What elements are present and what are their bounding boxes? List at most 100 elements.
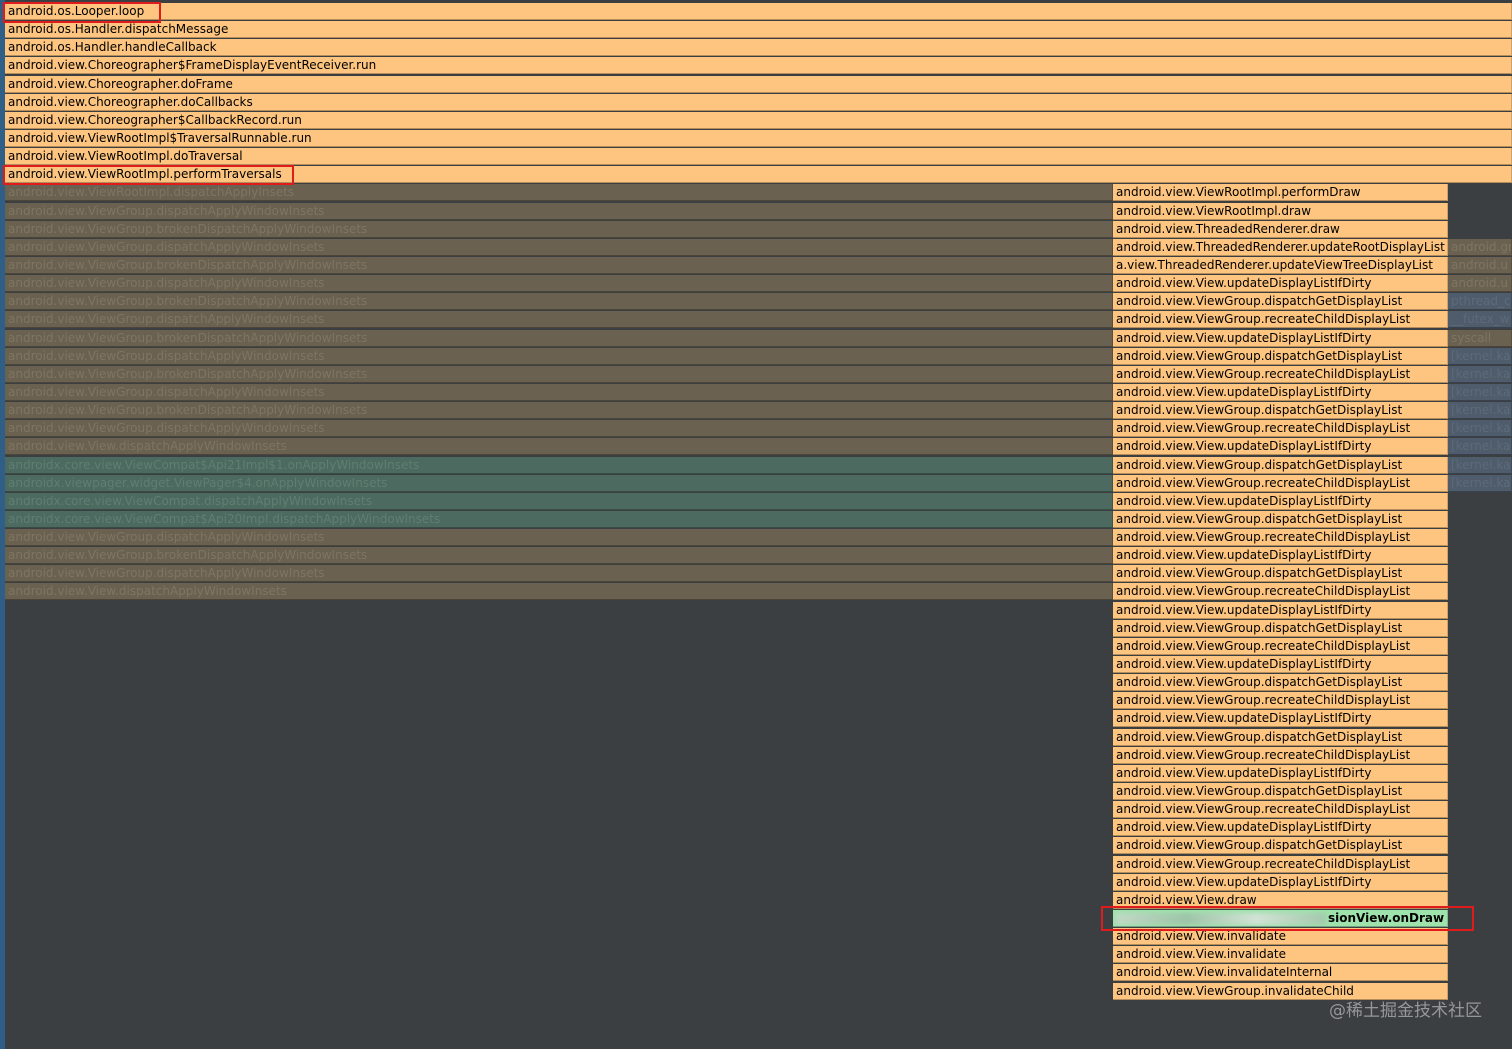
frame-draw-path[interactable]: android.view.View.updateDisplayListIfDir… <box>1113 383 1448 401</box>
frame-draw-path[interactable]: android.view.ViewGroup.recreateChildDisp… <box>1113 801 1448 819</box>
frame-native[interactable]: [kernel.kall <box>1448 420 1512 438</box>
frame-draw-path[interactable]: android.view.View.updateDisplayListIfDir… <box>1113 710 1448 728</box>
frame-label: android.view.View.dispatchApplyWindowIns… <box>8 439 287 454</box>
frame-draw-path[interactable]: android.view.View.updateDisplayListIfDir… <box>1113 656 1448 674</box>
frame-dimmed[interactable]: android.view.View.dispatchApplyWindowIns… <box>5 583 1113 601</box>
frame-draw-path[interactable]: android.view.ViewGroup.recreateChildDisp… <box>1113 420 1448 438</box>
frame-draw-path[interactable]: android.view.ViewGroup.recreateChildDisp… <box>1113 692 1448 710</box>
frame-label: android.view.Choreographer$CallbackRecor… <box>8 112 302 127</box>
frame-invalidate-path[interactable]: android.view.View.invalidate <box>1113 928 1448 946</box>
frame-draw-path[interactable]: android.view.ViewGroup.recreateChildDisp… <box>1113 365 1448 383</box>
frame-stack-top[interactable]: android.view.Choreographer.doFrame <box>5 75 1512 93</box>
frame-draw-path[interactable]: android.view.ViewGroup.recreateChildDisp… <box>1113 474 1448 492</box>
frame-draw-path[interactable]: android.view.ViewGroup.dispatchGetDispla… <box>1113 783 1448 801</box>
frame-draw-path[interactable]: android.view.View.updateDisplayListIfDir… <box>1113 275 1448 293</box>
frame-draw-path[interactable]: android.view.ThreadedRenderer.updateRoot… <box>1113 238 1448 256</box>
frame-draw-path[interactable]: android.view.ViewRootImpl.draw <box>1113 202 1448 220</box>
frame-native[interactable]: [kernel.kall <box>1448 365 1512 383</box>
frame-stack-top[interactable]: android.view.Choreographer$CallbackRecor… <box>5 111 1512 129</box>
frame-draw-path[interactable]: android.view.ViewGroup.dispatchGetDispla… <box>1113 510 1448 528</box>
frame-dimmed[interactable]: android.view.ViewGroup.brokenDispatchApp… <box>5 365 1113 383</box>
frame-draw-path[interactable]: android.view.ViewGroup.dispatchGetDispla… <box>1113 293 1448 311</box>
frame-dimmed[interactable]: android.view.ViewGroup.dispatchApplyWind… <box>5 238 1113 256</box>
frame-dimmed[interactable]: android.view.ViewGroup.dispatchApplyWind… <box>5 420 1113 438</box>
frame-draw-path[interactable]: android.view.View.updateDisplayListIfDir… <box>1113 438 1448 456</box>
frame-dimmed[interactable]: androidx.core.view.ViewCompat$Api21Impl$… <box>5 456 1113 474</box>
frame-draw-path[interactable]: android.view.View.updateDisplayListIfDir… <box>1113 329 1448 347</box>
frame-label: [kernel.kall <box>1451 366 1512 381</box>
frame-draw-path[interactable]: android.view.View.updateDisplayListIfDir… <box>1113 547 1448 565</box>
frame-label: android.view.ViewGroup.dispatchApplyWind… <box>8 312 325 327</box>
frame-draw-path[interactable]: android.view.ViewGroup.recreateChildDisp… <box>1113 311 1448 329</box>
frame-native[interactable]: [kernel.kall <box>1448 402 1512 420</box>
frame-draw-path[interactable]: android.view.View.updateDisplayListIfDir… <box>1113 819 1448 837</box>
frame-native[interactable]: android.u <box>1448 256 1512 274</box>
flame-chart[interactable]: sionView.onDraw android.os.Looper.loop an… <box>5 0 1512 1049</box>
frame-native[interactable]: [kernel.kall <box>1448 474 1512 492</box>
frame-dimmed[interactable]: android.view.ViewGroup.dispatchApplyWind… <box>5 202 1113 220</box>
frame-dimmed[interactable]: android.view.ViewGroup.brokenDispatchApp… <box>5 293 1113 311</box>
frame-label: android.view.ViewGroup.recreateChildDisp… <box>1116 856 1411 871</box>
frame-label: android.view.ViewGroup.recreateChildDisp… <box>1116 747 1411 762</box>
frame-draw-path[interactable]: android.view.ViewGroup.dispatchGetDispla… <box>1113 347 1448 365</box>
frame-dimmed[interactable]: android.view.ViewGroup.dispatchApplyWind… <box>5 565 1113 583</box>
frame-custom-view-ondraw[interactable]: sionView.onDraw <box>1113 910 1448 927</box>
frame-draw-path[interactable]: a.view.ThreadedRenderer.updateViewTreeDi… <box>1113 256 1448 274</box>
frame-invalidate-path[interactable]: android.view.View.invalidate <box>1113 946 1448 964</box>
frame-dimmed[interactable]: android.view.ViewRootImpl.dispatchApplyI… <box>5 184 1113 202</box>
frame-draw-path[interactable]: android.view.ViewGroup.recreateChildDisp… <box>1113 637 1448 655</box>
frame-draw-path[interactable]: android.view.View.updateDisplayListIfDir… <box>1113 873 1448 891</box>
frame-draw-path[interactable]: android.view.View.updateDisplayListIfDir… <box>1113 764 1448 782</box>
frame-dimmed[interactable]: android.view.ViewGroup.dispatchApplyWind… <box>5 311 1113 329</box>
frame-draw-path[interactable]: android.view.ViewGroup.dispatchGetDispla… <box>1113 456 1448 474</box>
frame-draw-path[interactable]: android.view.View.updateDisplayListIfDir… <box>1113 601 1448 619</box>
frame-native[interactable]: [kernel.kall <box>1448 383 1512 401</box>
frame-draw-path[interactable]: android.view.ViewRootImpl.performDraw <box>1113 184 1448 202</box>
frame-stack-top[interactable]: android.os.Looper.loop <box>5 3 1512 20</box>
frame-native[interactable]: [kernel.kall <box>1448 456 1512 474</box>
frame-native[interactable]: __futex_w <box>1448 311 1512 329</box>
frame-draw-path[interactable]: android.view.ViewGroup.dispatchGetDispla… <box>1113 728 1448 746</box>
frame-dimmed[interactable]: android.view.ViewGroup.dispatchApplyWind… <box>5 275 1113 293</box>
frame-dimmed[interactable]: android.view.ViewGroup.dispatchApplyWind… <box>5 383 1113 401</box>
frame-draw-path[interactable]: android.view.ViewGroup.dispatchGetDispla… <box>1113 837 1448 855</box>
frame-dimmed[interactable]: androidx.viewpager.widget.ViewPager$4.on… <box>5 474 1113 492</box>
frame-dimmed[interactable]: android.view.ViewGroup.brokenDispatchApp… <box>5 547 1113 565</box>
frame-draw-path[interactable]: android.view.ViewGroup.recreateChildDisp… <box>1113 746 1448 764</box>
frame-draw-path[interactable]: android.view.ViewGroup.dispatchGetDispla… <box>1113 565 1448 583</box>
frame-dimmed[interactable]: android.view.ViewGroup.dispatchApplyWind… <box>5 529 1113 547</box>
frame-native[interactable]: syscall <box>1448 329 1512 347</box>
frame-native[interactable]: android.gr <box>1448 238 1512 256</box>
frame-draw-path[interactable]: android.view.ViewGroup.recreateChildDisp… <box>1113 855 1448 873</box>
frame-invalidate-path[interactable]: android.view.View.invalidateInternal <box>1113 964 1448 982</box>
frame-dimmed[interactable]: android.view.View.dispatchApplyWindowIns… <box>5 438 1113 456</box>
frame-native[interactable]: [kernel.kall <box>1448 347 1512 365</box>
frame-draw-path[interactable]: android.view.ViewGroup.dispatchGetDispla… <box>1113 674 1448 692</box>
frame-stack-top[interactable]: android.view.Choreographer.doCallbacks <box>5 93 1512 111</box>
frame-draw-path[interactable]: android.view.ThreadedRenderer.draw <box>1113 220 1448 238</box>
frame-stack-top[interactable]: android.view.ViewRootImpl.doTraversal <box>5 148 1512 166</box>
frame-draw-path[interactable]: android.view.ViewGroup.dispatchGetDispla… <box>1113 402 1448 420</box>
frame-dimmed[interactable]: androidx.core.view.ViewCompat.dispatchAp… <box>5 492 1113 510</box>
frame-dimmed[interactable]: android.view.ViewGroup.brokenDispatchApp… <box>5 329 1113 347</box>
frame-draw-path[interactable]: android.view.ViewGroup.dispatchGetDispla… <box>1113 619 1448 637</box>
frame-draw-path[interactable]: android.view.ViewGroup.recreateChildDisp… <box>1113 583 1448 601</box>
frame-dimmed[interactable]: android.view.ViewGroup.brokenDispatchApp… <box>5 402 1113 420</box>
frame-native[interactable]: [kernel.kall <box>1448 438 1512 456</box>
frame-stack-top[interactable]: android.view.Choreographer$FrameDisplayE… <box>5 57 1512 75</box>
frame-native[interactable]: pthread_c <box>1448 293 1512 311</box>
frame-stack-top[interactable]: android.os.Handler.dispatchMessage <box>5 21 1512 39</box>
frame-draw-path[interactable]: android.view.View.draw <box>1113 891 1448 909</box>
frame-stack-top[interactable]: android.view.ViewRootImpl.performTravers… <box>5 166 1512 184</box>
frame-draw-path[interactable]: android.view.ViewGroup.recreateChildDisp… <box>1113 529 1448 547</box>
frame-draw-path[interactable]: android.view.View.updateDisplayListIfDir… <box>1113 492 1448 510</box>
frame-dimmed[interactable]: android.view.ViewGroup.dispatchApplyWind… <box>5 347 1113 365</box>
frame-dimmed[interactable]: android.view.ViewGroup.brokenDispatchApp… <box>5 256 1113 274</box>
frame-stack-top[interactable]: android.os.Handler.handleCallback <box>5 39 1512 57</box>
frame-dimmed[interactable]: android.view.ViewGroup.brokenDispatchApp… <box>5 220 1113 238</box>
frame-label: android.view.ViewGroup.invalidateChild <box>1116 983 1354 998</box>
frame-label: androidx.core.view.ViewCompat.dispatchAp… <box>8 493 372 508</box>
frame-dimmed[interactable]: androidx.core.view.ViewCompat$Api20Impl.… <box>5 510 1113 528</box>
frame-stack-top[interactable]: android.view.ViewRootImpl$TraversalRunna… <box>5 129 1512 147</box>
frame-native[interactable]: android.u <box>1448 275 1512 293</box>
